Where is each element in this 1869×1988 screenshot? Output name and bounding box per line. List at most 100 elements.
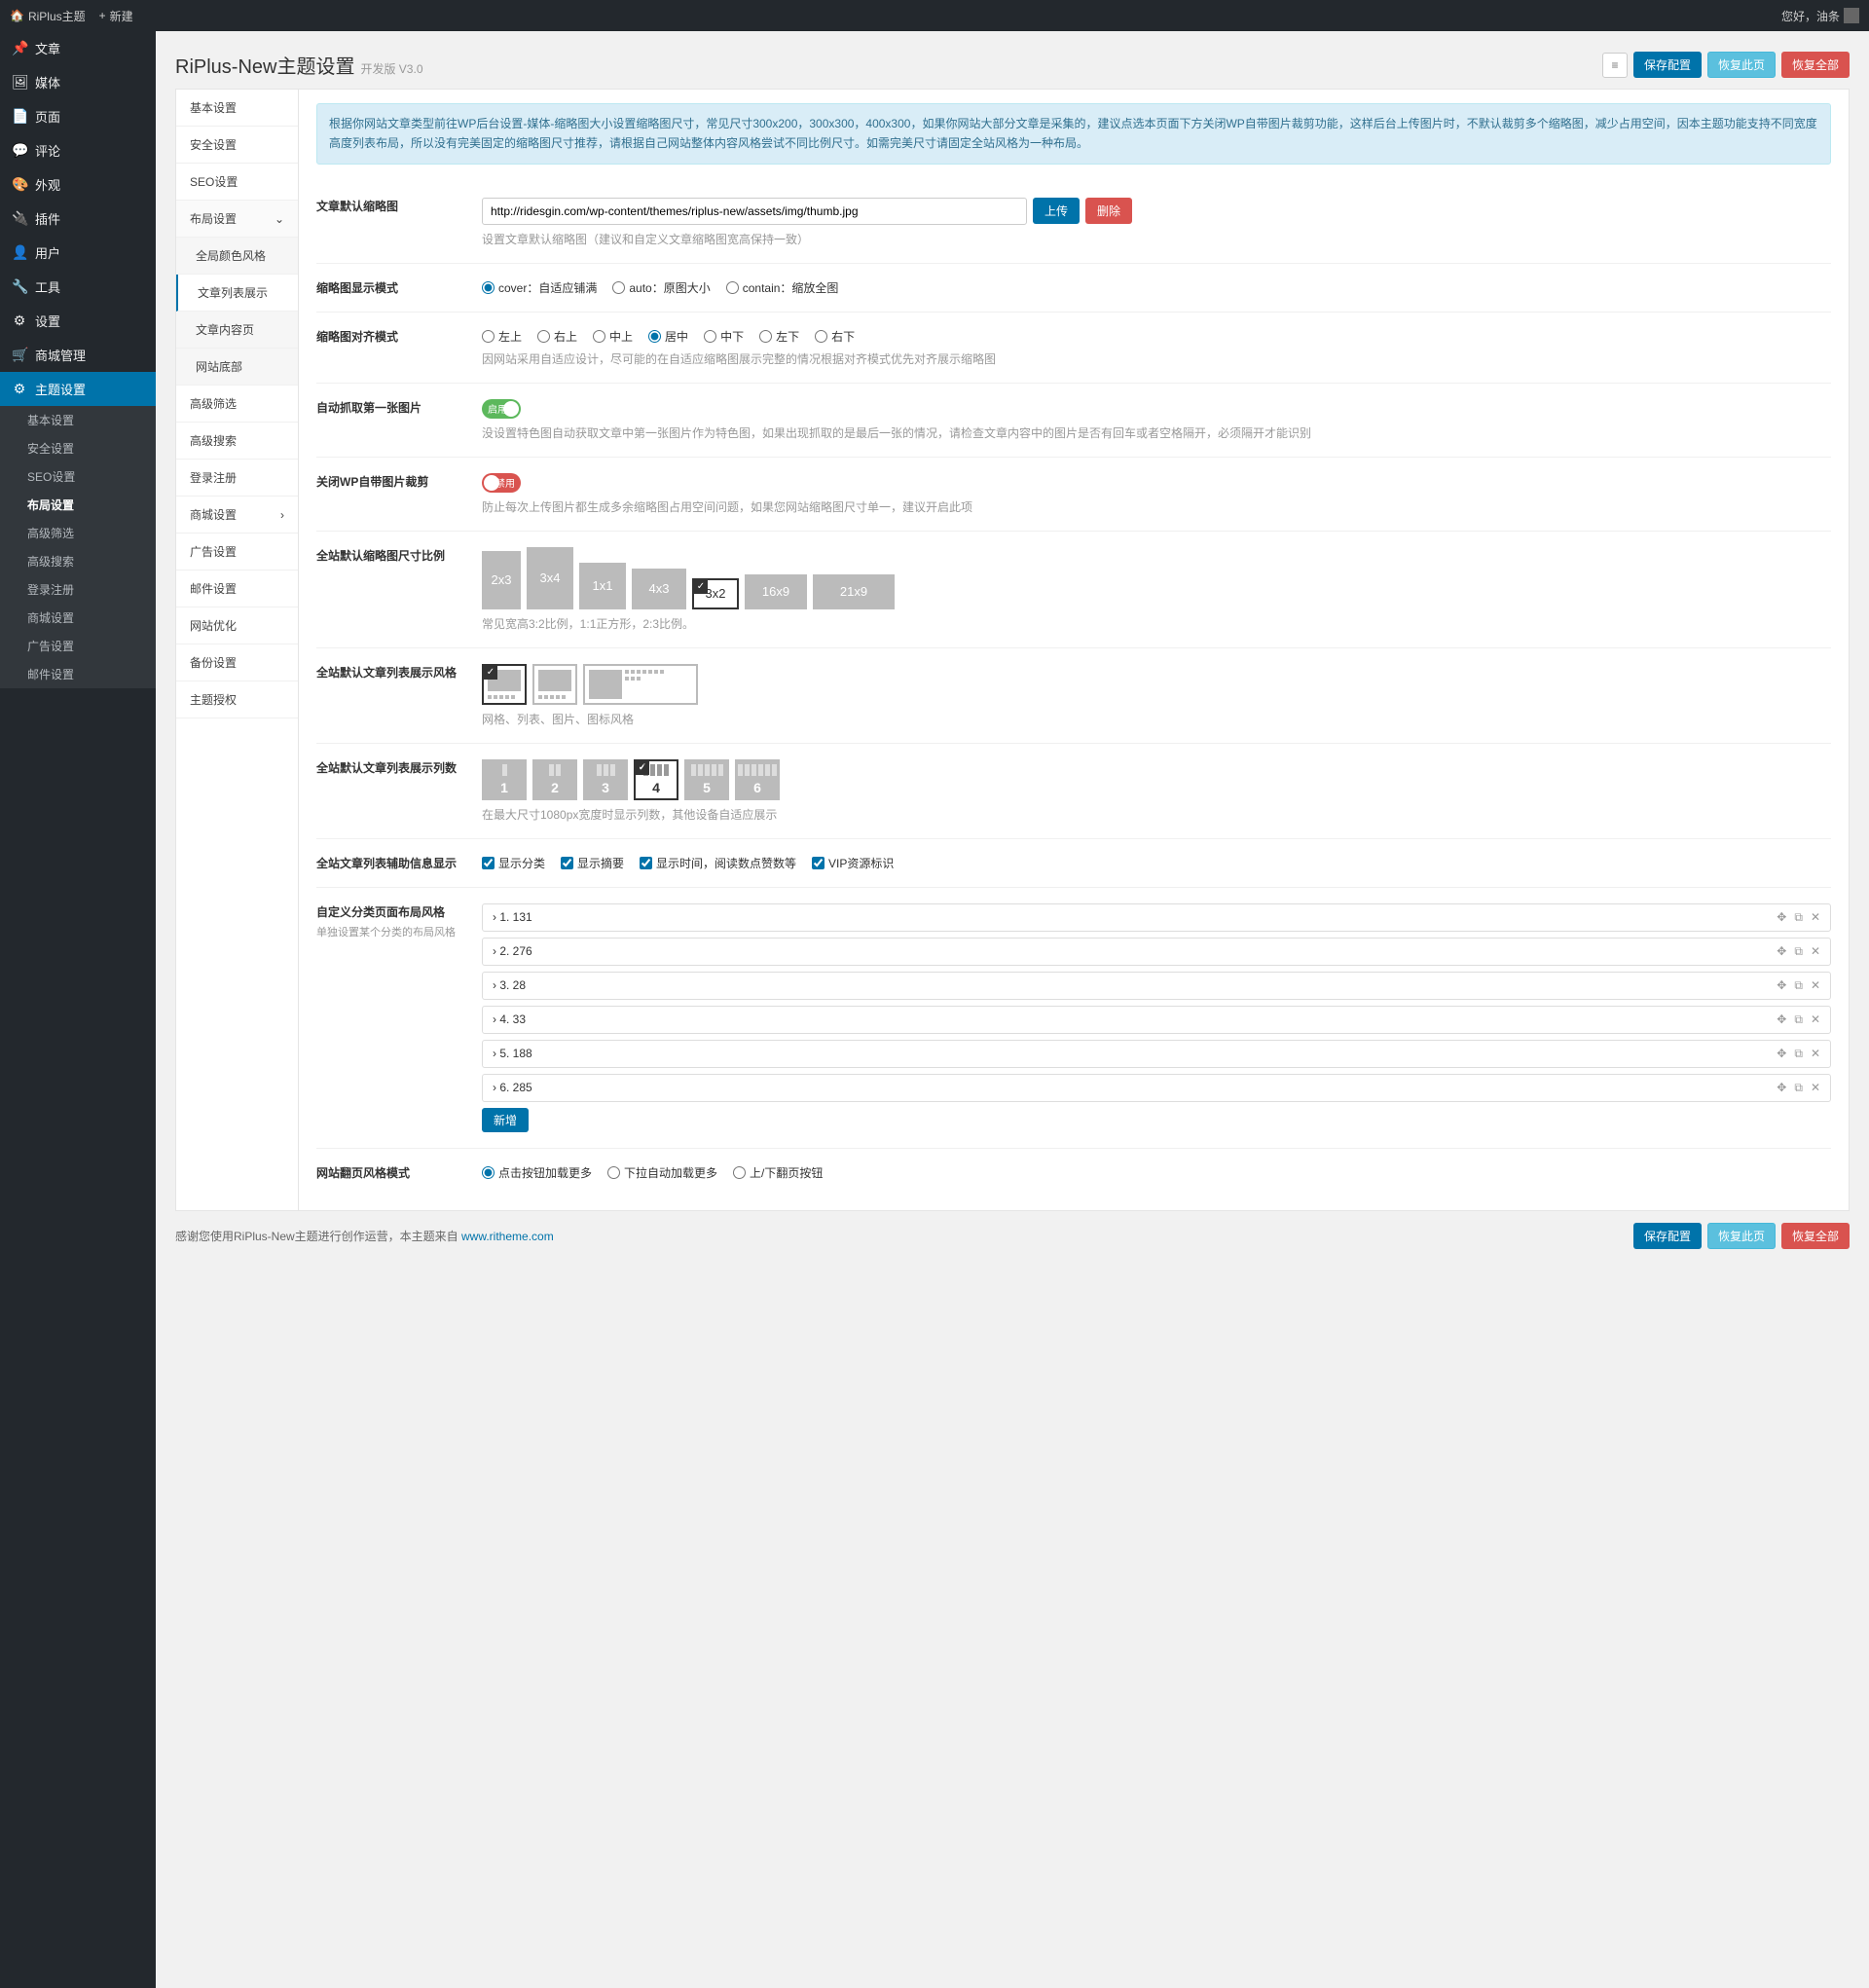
tab-filter[interactable]: 高级筛选: [176, 386, 298, 423]
tab-security[interactable]: 安全设置: [176, 127, 298, 164]
submenu-item-3[interactable]: 布局设置: [0, 491, 156, 519]
submenu-item-2[interactable]: SEO设置: [0, 462, 156, 491]
tab-license[interactable]: 主题授权: [176, 681, 298, 718]
tab-login[interactable]: 登录注册: [176, 460, 298, 497]
ratio-16x9[interactable]: 16x9: [745, 574, 807, 609]
cols-5[interactable]: 5: [684, 759, 729, 800]
ratio-2x3[interactable]: 2x3: [482, 551, 521, 609]
align-mode-option-2[interactable]: 中上: [593, 328, 633, 345]
copy-icon[interactable]: ⧉: [1794, 978, 1803, 993]
display-mode-option-1[interactable]: auto：原图大小: [612, 279, 710, 296]
menu-item-6[interactable]: 👤用户: [0, 236, 156, 270]
ratio-3x2[interactable]: ✓3x2: [692, 578, 739, 609]
restore-page-button[interactable]: 恢复此页: [1707, 52, 1776, 78]
close-icon[interactable]: ✕: [1811, 978, 1820, 993]
submenu-item-9[interactable]: 邮件设置: [0, 660, 156, 688]
display-mode-option-0[interactable]: cover：自适应铺满: [482, 279, 597, 296]
upload-button[interactable]: 上传: [1033, 198, 1080, 224]
meta-chk-3[interactable]: VIP资源标识: [812, 855, 894, 871]
move-icon[interactable]: ✥: [1777, 1081, 1786, 1095]
submenu-item-6[interactable]: 登录注册: [0, 575, 156, 604]
display-mode-option-2[interactable]: contain：缩放全图: [726, 279, 839, 296]
user-greeting[interactable]: 您好，油条: [1781, 8, 1859, 24]
menu-item-8[interactable]: ⚙设置: [0, 304, 156, 338]
menu-item-0[interactable]: 📌文章: [0, 31, 156, 65]
align-mode-option-1[interactable]: 右上: [537, 328, 577, 345]
menu-item-7[interactable]: 🔧工具: [0, 270, 156, 304]
footer-link[interactable]: www.ritheme.com: [461, 1230, 554, 1243]
restore-all-button-bottom[interactable]: 恢复全部: [1781, 1223, 1850, 1249]
submenu-item-7[interactable]: 商城设置: [0, 604, 156, 632]
ratio-4x3[interactable]: 4x3: [632, 569, 686, 609]
align-mode-option-5[interactable]: 左下: [759, 328, 799, 345]
ratio-1x1[interactable]: 1x1: [579, 563, 626, 609]
close-icon[interactable]: ✕: [1811, 944, 1820, 959]
tab-optimize[interactable]: 网站优化: [176, 607, 298, 644]
tab-layout-content[interactable]: 文章内容页: [176, 312, 298, 349]
menu-item-4[interactable]: 🎨外观: [0, 167, 156, 202]
tab-mail[interactable]: 邮件设置: [176, 571, 298, 607]
submenu-item-1[interactable]: 安全设置: [0, 434, 156, 462]
menu-item-1[interactable]: 🖼媒体: [0, 65, 156, 99]
copy-icon[interactable]: ⧉: [1794, 1012, 1803, 1027]
save-button[interactable]: 保存配置: [1633, 52, 1702, 78]
view-toggle-icon[interactable]: ≡: [1602, 53, 1628, 78]
submenu-item-4[interactable]: 高级筛选: [0, 519, 156, 547]
repeater-item-3[interactable]: › 4. 33 ✥ ⧉ ✕: [482, 1006, 1831, 1034]
tab-layout[interactable]: 布局设置⌄: [176, 201, 298, 238]
submenu-item-5[interactable]: 高级搜索: [0, 547, 156, 575]
submenu-item-0[interactable]: 基本设置: [0, 406, 156, 434]
tab-shop[interactable]: 商城设置›: [176, 497, 298, 534]
cols-3[interactable]: 3: [583, 759, 628, 800]
menu-item-9[interactable]: 🛒商城管理: [0, 338, 156, 372]
layout-list[interactable]: [532, 664, 577, 705]
restore-all-button[interactable]: 恢复全部: [1781, 52, 1850, 78]
pager-option-0[interactable]: 点击按钮加载更多: [482, 1164, 592, 1181]
repeater-item-2[interactable]: › 3. 28 ✥ ⧉ ✕: [482, 972, 1831, 1000]
tab-search[interactable]: 高级搜索: [176, 423, 298, 460]
close-icon[interactable]: ✕: [1811, 910, 1820, 925]
copy-icon[interactable]: ⧉: [1794, 1081, 1803, 1095]
cols-2[interactable]: 2: [532, 759, 577, 800]
move-icon[interactable]: ✥: [1777, 978, 1786, 993]
move-icon[interactable]: ✥: [1777, 1047, 1786, 1061]
repeater-item-4[interactable]: › 5. 188 ✥ ⧉ ✕: [482, 1040, 1831, 1068]
copy-icon[interactable]: ⧉: [1794, 910, 1803, 925]
move-icon[interactable]: ✥: [1777, 1012, 1786, 1027]
align-mode-option-0[interactable]: 左上: [482, 328, 522, 345]
cols-1[interactable]: 1: [482, 759, 527, 800]
move-icon[interactable]: ✥: [1777, 944, 1786, 959]
tab-ad[interactable]: 广告设置: [176, 534, 298, 571]
menu-item-2[interactable]: 📄页面: [0, 99, 156, 133]
copy-icon[interactable]: ⧉: [1794, 944, 1803, 959]
meta-chk-2[interactable]: 显示时间，阅读数点赞数等: [640, 855, 796, 871]
submenu-item-8[interactable]: 广告设置: [0, 632, 156, 660]
cols-4[interactable]: ✓4: [634, 759, 678, 800]
disable-crop-toggle[interactable]: 禁用: [482, 473, 521, 493]
site-home[interactable]: 🏠 RiPlus主题: [10, 8, 86, 24]
tab-backup[interactable]: 备份设置: [176, 644, 298, 681]
meta-chk-0[interactable]: 显示分类: [482, 855, 545, 871]
tab-basic[interactable]: 基本设置: [176, 90, 298, 127]
new-item[interactable]: + 新建: [99, 8, 133, 24]
layout-grid[interactable]: ✓: [482, 664, 527, 705]
repeater-item-1[interactable]: › 2. 276 ✥ ⧉ ✕: [482, 938, 1831, 966]
restore-page-button-bottom[interactable]: 恢复此页: [1707, 1223, 1776, 1249]
repeater-item-5[interactable]: › 6. 285 ✥ ⧉ ✕: [482, 1074, 1831, 1102]
tab-layout-list[interactable]: 文章列表展示: [176, 275, 298, 312]
align-mode-option-6[interactable]: 右下: [815, 328, 855, 345]
thumb-input[interactable]: [482, 198, 1027, 225]
align-mode-option-4[interactable]: 中下: [704, 328, 744, 345]
close-icon[interactable]: ✕: [1811, 1047, 1820, 1061]
close-icon[interactable]: ✕: [1811, 1081, 1820, 1095]
menu-item-10[interactable]: ⚙主题设置: [0, 372, 156, 406]
meta-chk-1[interactable]: 显示摘要: [561, 855, 624, 871]
tab-layout-color[interactable]: 全局颜色风格: [176, 238, 298, 275]
save-button-bottom[interactable]: 保存配置: [1633, 1223, 1702, 1249]
pager-option-1[interactable]: 下拉自动加载更多: [607, 1164, 717, 1181]
pager-option-2[interactable]: 上/下翻页按钮: [733, 1164, 823, 1181]
copy-icon[interactable]: ⧉: [1794, 1047, 1803, 1061]
menu-item-3[interactable]: 💬评论: [0, 133, 156, 167]
menu-item-5[interactable]: 🔌插件: [0, 202, 156, 236]
add-button[interactable]: 新增: [482, 1108, 529, 1132]
